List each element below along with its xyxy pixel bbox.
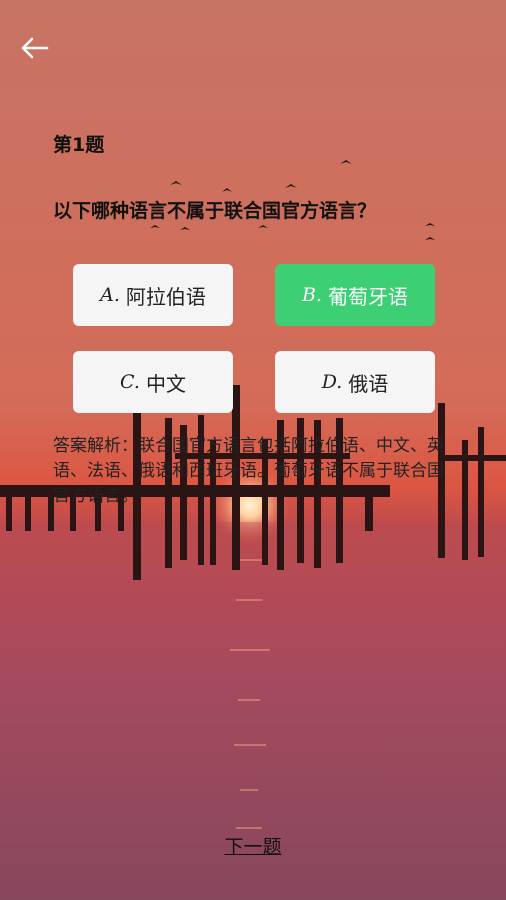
option-a-button[interactable]: A. 阿拉伯语: [73, 264, 233, 326]
question-text: 以下哪种语言不属于联合国官方语言？: [53, 200, 377, 222]
option-letter: D.: [321, 371, 343, 393]
option-d-button[interactable]: D. 俄语: [275, 351, 435, 413]
question-number: 第1题: [53, 134, 105, 156]
answer-analysis: 答案解析：联合国官方语言包括阿拉伯语、中文、英语、法语、俄语和西班牙语。葡萄牙语…: [53, 436, 444, 506]
option-letter: B.: [301, 284, 322, 306]
option-c-button[interactable]: C. 中文: [73, 351, 233, 413]
arrow-left-icon: [21, 37, 49, 59]
option-label: 俄语: [348, 371, 389, 396]
option-letter: A.: [100, 284, 120, 306]
back-button[interactable]: [16, 32, 52, 64]
option-letter: C.: [120, 371, 140, 393]
next-question-button[interactable]: 下一题: [0, 832, 506, 859]
option-b-button[interactable]: B. 葡萄牙语: [275, 264, 435, 326]
option-label: 阿拉伯语: [125, 284, 206, 309]
option-label: 葡萄牙语: [328, 284, 408, 309]
option-label: 中文: [145, 371, 186, 396]
